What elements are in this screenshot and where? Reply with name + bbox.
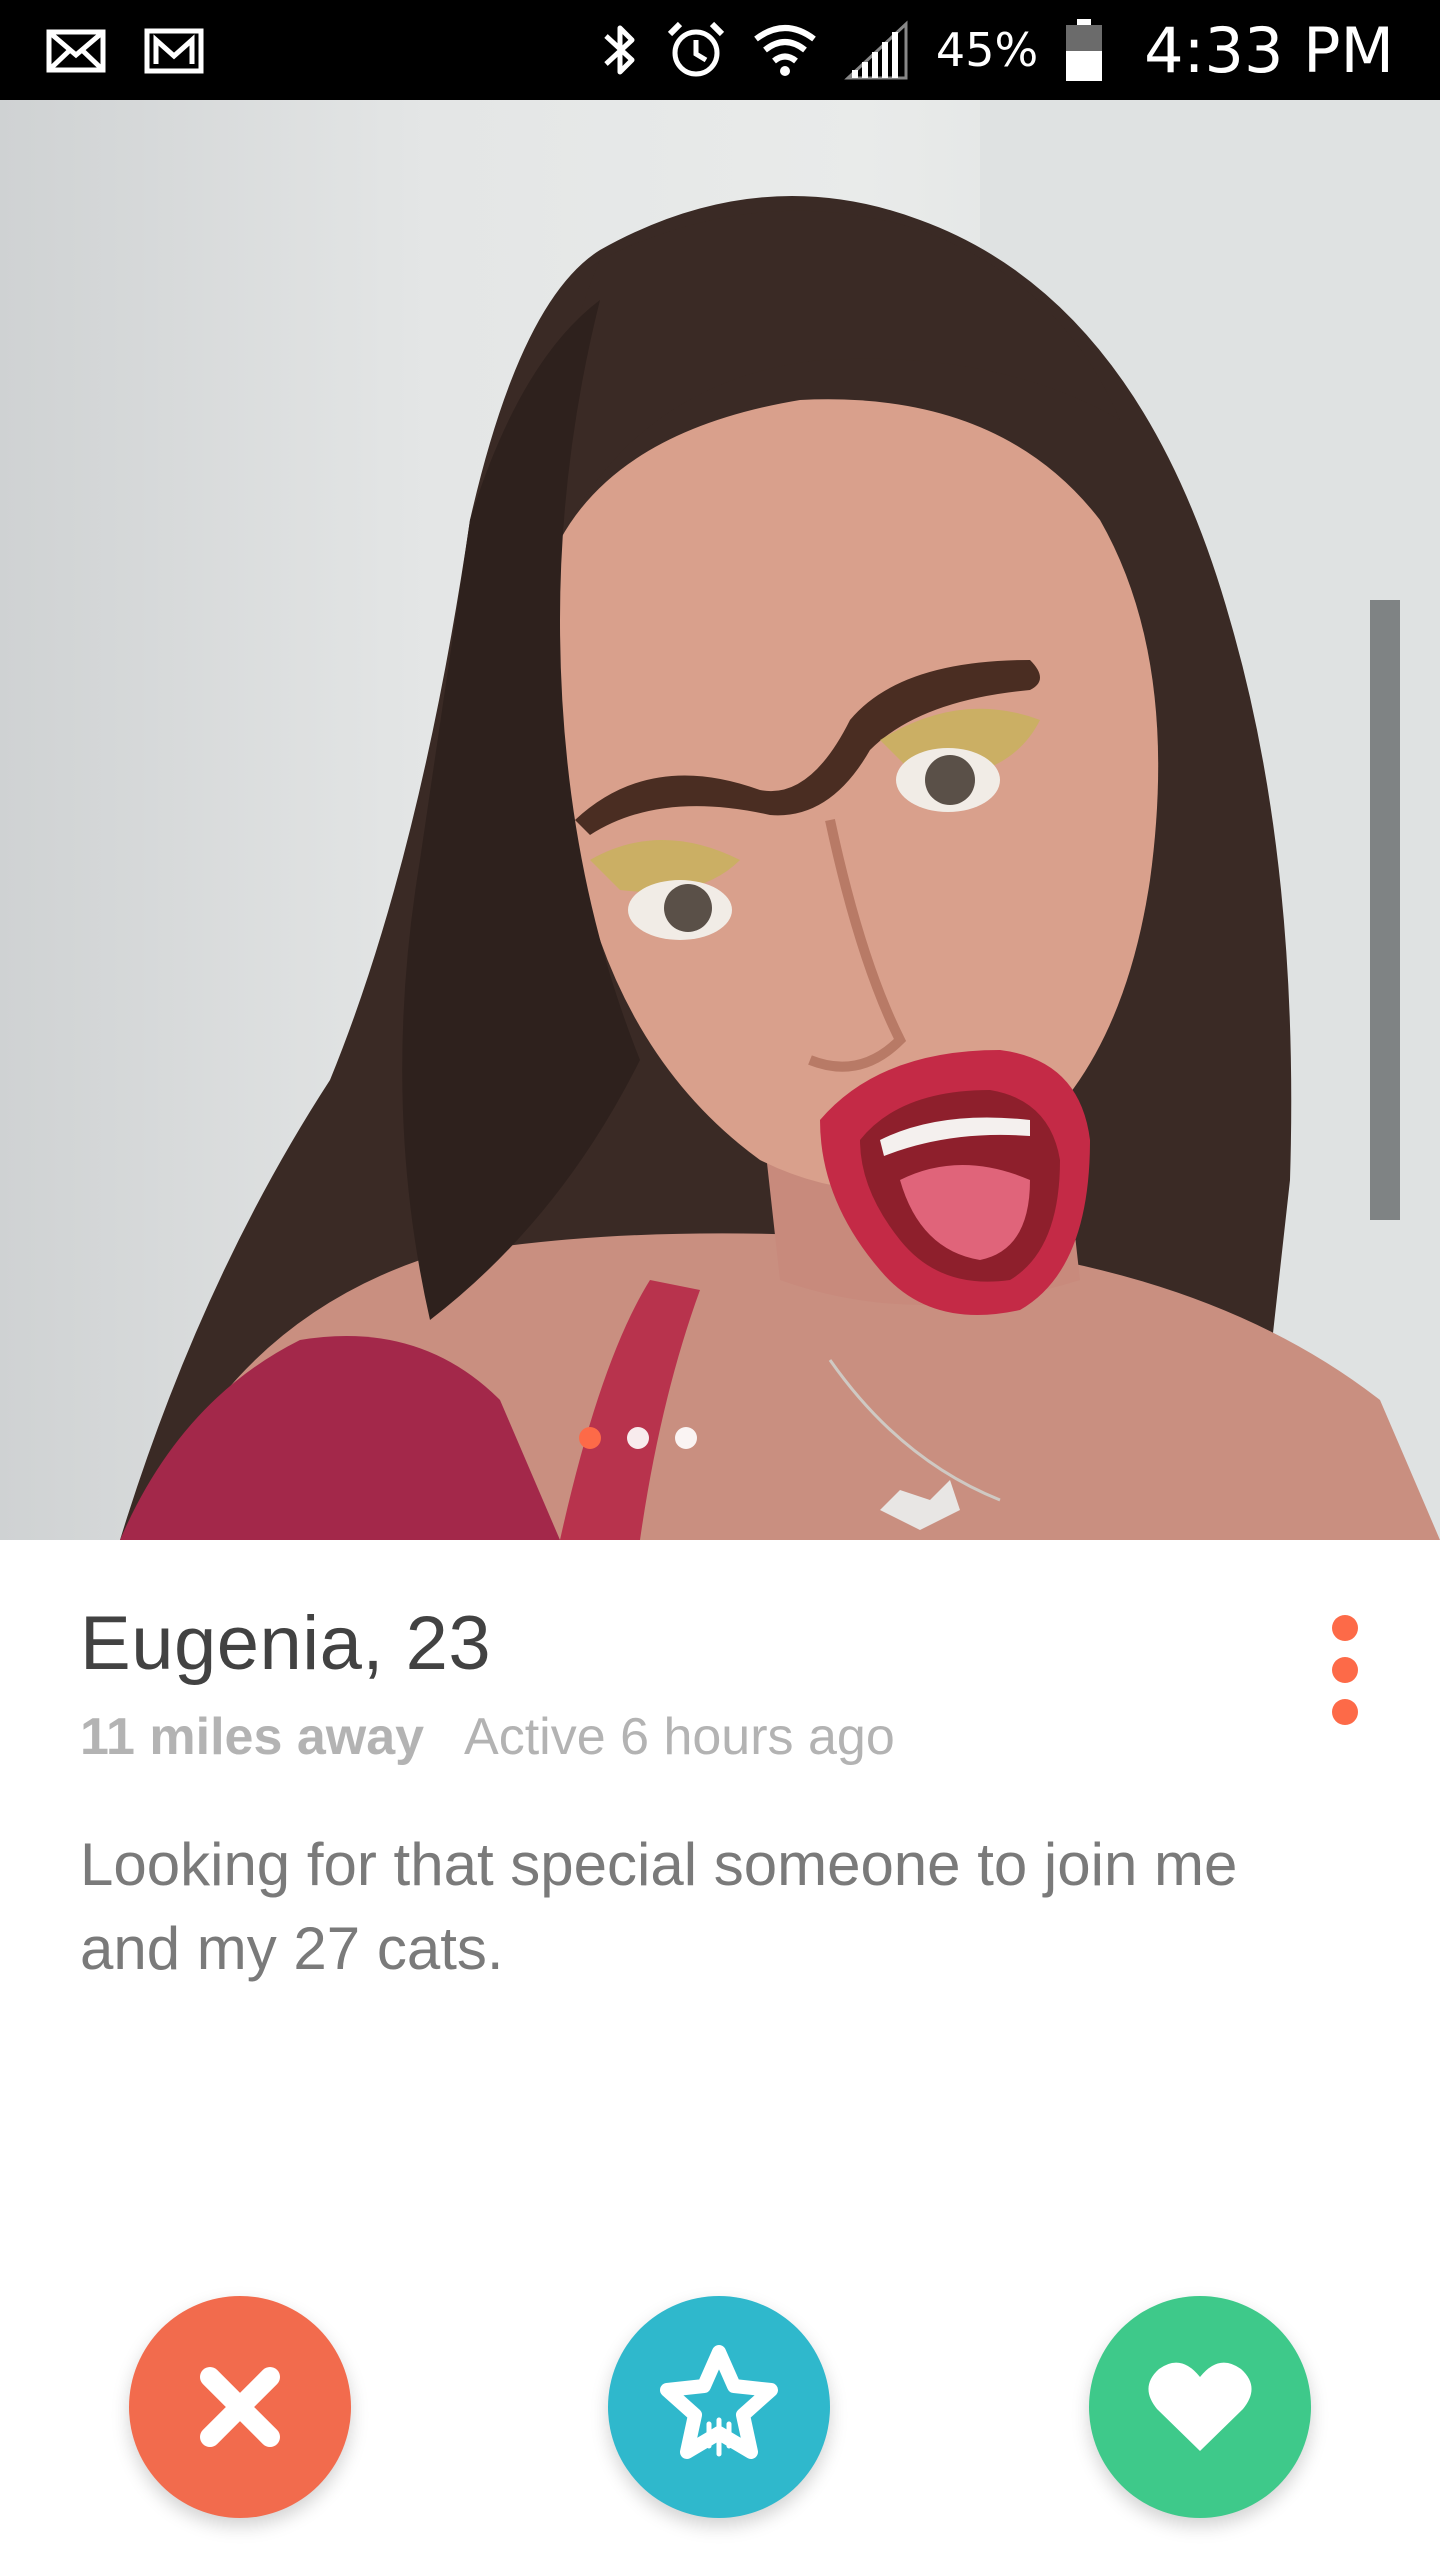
bluetooth-icon bbox=[604, 25, 635, 75]
profile-activity: Active 6 hours ago bbox=[464, 1708, 895, 1766]
mail-icon bbox=[46, 29, 106, 73]
status-bar: 45% 4:33 PM bbox=[0, 0, 1440, 100]
profile-screen: 45% 4:33 PM Eugenia, 23 11 miles away Ac… bbox=[0, 0, 1440, 2560]
more-options-button[interactable] bbox=[1325, 1615, 1365, 1725]
gmail-icon bbox=[144, 28, 204, 74]
profile-name-age: Eugenia, 23 bbox=[80, 1601, 492, 1686]
close-icon bbox=[200, 2367, 280, 2447]
more-dot-icon bbox=[1332, 1615, 1358, 1641]
photo-dot-1[interactable] bbox=[578, 1427, 601, 1449]
heart-icon bbox=[1148, 2362, 1252, 2451]
nope-button[interactable] bbox=[129, 2296, 351, 2518]
battery-icon bbox=[1066, 19, 1103, 81]
clock: 4:33 PM bbox=[1144, 13, 1394, 87]
more-dot-icon bbox=[1332, 1699, 1358, 1725]
wifi-icon bbox=[754, 25, 816, 76]
like-button[interactable] bbox=[1089, 2296, 1311, 2518]
alarm-icon bbox=[667, 21, 725, 77]
profile-photo[interactable] bbox=[0, 100, 1440, 1540]
profile-photo-illustration bbox=[120, 100, 1440, 1540]
signal-icon bbox=[844, 20, 908, 80]
battery-percent: 45% bbox=[935, 23, 1039, 77]
profile-distance: 11 miles away bbox=[80, 1708, 425, 1766]
star-icon bbox=[660, 2345, 778, 2459]
profile-bio: Looking for that special someone to join… bbox=[80, 1831, 1238, 1982]
more-dot-icon bbox=[1332, 1657, 1358, 1683]
profile-info: Eugenia, 23 11 miles away Active 6 hours… bbox=[80, 1600, 1360, 1991]
photo-dot-2[interactable] bbox=[626, 1427, 649, 1449]
photo-dot-3[interactable] bbox=[674, 1427, 697, 1449]
photo-pagination bbox=[0, 1427, 1440, 1457]
profile-meta: 11 miles away Active 6 hours ago bbox=[80, 1707, 1360, 1767]
superlike-button[interactable] bbox=[608, 2296, 830, 2518]
